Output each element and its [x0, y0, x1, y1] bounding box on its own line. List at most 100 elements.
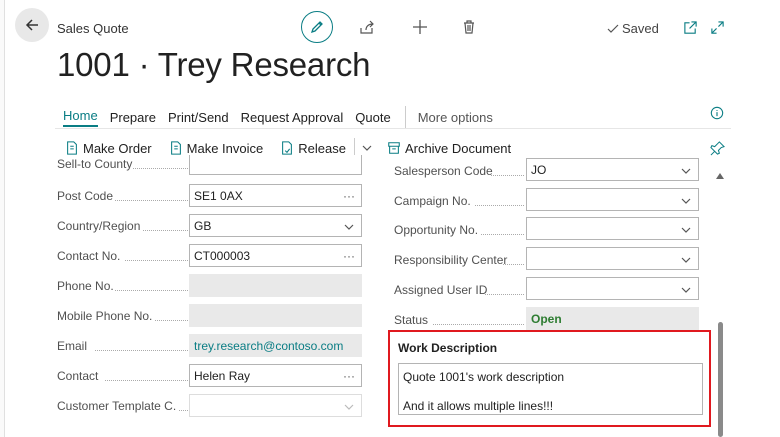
make-order-icon	[67, 141, 77, 155]
chevron-down-icon	[681, 168, 691, 174]
page-panel: Sales Quote 1001 · Trey Research Saved H…	[4, 0, 780, 437]
expand-icon	[710, 20, 724, 34]
dot-leader	[155, 320, 188, 321]
salesperson-code-value: JO	[531, 162, 547, 177]
dot-leader	[143, 230, 188, 231]
delete-button[interactable]	[457, 15, 481, 39]
tab-print-send[interactable]: Print/Send	[168, 110, 229, 125]
dot-leader	[485, 294, 524, 295]
campaign-no-select[interactable]	[526, 188, 699, 211]
contact-no-value: CT000003	[194, 248, 251, 263]
dot-leader	[475, 205, 524, 206]
dot-leader	[125, 260, 188, 261]
dot-leader	[491, 175, 524, 176]
open-new-window-button[interactable]	[678, 15, 702, 39]
menu-divider	[55, 128, 731, 129]
work-description-line-2: And it allows multiple lines!!!	[403, 399, 554, 414]
dot-leader	[133, 168, 188, 169]
release-dropdown-button[interactable]	[361, 142, 373, 154]
share-icon	[360, 20, 374, 34]
more-options-link[interactable]: More options	[418, 110, 493, 125]
pencil-icon	[310, 21, 323, 34]
work-description-line-1: Quote 1001's work description	[403, 370, 565, 384]
checkmark-icon	[607, 24, 619, 33]
saved-indicator: Saved	[607, 21, 659, 36]
page-title: 1001 · Trey Research	[57, 46, 371, 83]
page-caption: Sales Quote	[57, 21, 129, 36]
email-link[interactable]: trey.research@contoso.com	[194, 339, 343, 353]
tab-request-approval[interactable]: Request Approval	[241, 110, 344, 125]
trash-icon	[464, 20, 474, 34]
dot-leader	[503, 264, 524, 265]
status-value: Open	[531, 311, 562, 326]
responsibility-center-select[interactable]	[526, 247, 699, 270]
country-region-value: GB	[194, 218, 212, 233]
menu-separator	[404, 106, 406, 128]
tab-home[interactable]: Home	[63, 108, 98, 127]
chevron-down-icon	[362, 145, 372, 151]
lookup-ellipsis-icon[interactable]: ···	[343, 249, 355, 263]
scroll-up-arrow[interactable]	[716, 166, 724, 184]
country-region-select[interactable]: GB	[189, 214, 362, 237]
plus-icon	[413, 20, 427, 34]
document-release-icon	[282, 141, 293, 155]
edit-button[interactable]	[301, 11, 333, 43]
dot-leader	[115, 290, 188, 291]
make-invoice-icon	[170, 141, 181, 155]
open-in-new-window-icon	[683, 20, 697, 34]
triangle-up-icon	[716, 173, 724, 179]
release-button[interactable]: Release	[280, 141, 346, 156]
back-button[interactable]	[15, 8, 49, 42]
chevron-down-icon	[344, 404, 354, 410]
new-button[interactable]	[408, 15, 432, 39]
chevron-down-icon	[681, 227, 691, 233]
phone-no-field	[189, 274, 362, 297]
make-invoice-label: Make Invoice	[186, 140, 264, 156]
lookup-ellipsis-icon[interactable]: ···	[343, 369, 355, 383]
customer-template-select[interactable]	[189, 394, 362, 417]
scrollbar-thumb[interactable]	[718, 322, 723, 437]
info-button[interactable]	[705, 101, 729, 125]
dot-leader	[481, 234, 524, 235]
release-label: Release	[298, 140, 346, 156]
post-code-field[interactable]: SE1 0AX ···	[189, 184, 362, 207]
contact-value: Helen Ray	[194, 368, 251, 383]
opportunity-no-select[interactable]	[526, 217, 699, 240]
archive-document-button[interactable]: Archive Document	[387, 141, 511, 156]
make-order-button[interactable]: Make Order	[65, 141, 152, 156]
archive-icon	[388, 142, 400, 154]
arrow-left-icon	[25, 19, 38, 31]
dot-leader	[179, 410, 188, 411]
pin-icon	[709, 140, 725, 155]
expand-button[interactable]	[705, 15, 729, 39]
sell-to-county-field[interactable]	[189, 155, 362, 175]
info-icon	[710, 106, 724, 120]
post-code-value: SE1 0AX	[194, 188, 243, 203]
contact-no-field[interactable]: CT000003 ···	[189, 244, 362, 267]
dot-leader	[95, 350, 188, 351]
assigned-user-id-select[interactable]	[526, 277, 699, 300]
lookup-ellipsis-icon[interactable]: ···	[343, 189, 355, 203]
contact-field[interactable]: Helen Ray ···	[189, 364, 362, 387]
dot-leader	[433, 324, 524, 325]
saved-label: Saved	[622, 21, 659, 36]
email-field[interactable]: trey.research@contoso.com	[189, 334, 362, 357]
chevron-down-icon	[344, 224, 354, 230]
archive-document-label: Archive Document	[404, 140, 512, 156]
customer-template-label: Customer Template C...	[57, 399, 177, 413]
chevron-down-icon	[681, 287, 691, 293]
work-description-label: Work Description	[398, 341, 498, 355]
chevron-down-icon	[681, 257, 691, 263]
make-order-label: Make Order	[83, 140, 152, 156]
tab-quote[interactable]: Quote	[355, 110, 390, 125]
share-button[interactable]	[355, 15, 379, 39]
status-field: Open	[526, 307, 699, 330]
mobile-phone-no-field	[189, 304, 362, 327]
work-description-textarea[interactable]: Quote 1001's work description And it all…	[398, 363, 703, 415]
tab-prepare[interactable]: Prepare	[110, 110, 156, 125]
dot-leader	[105, 380, 188, 381]
make-invoice-button[interactable]: Make Invoice	[169, 140, 264, 156]
salesperson-code-select[interactable]: JO	[526, 158, 699, 181]
chevron-down-icon	[681, 198, 691, 204]
action-menu: Home Prepare Print/Send Request Approval…	[63, 106, 505, 128]
